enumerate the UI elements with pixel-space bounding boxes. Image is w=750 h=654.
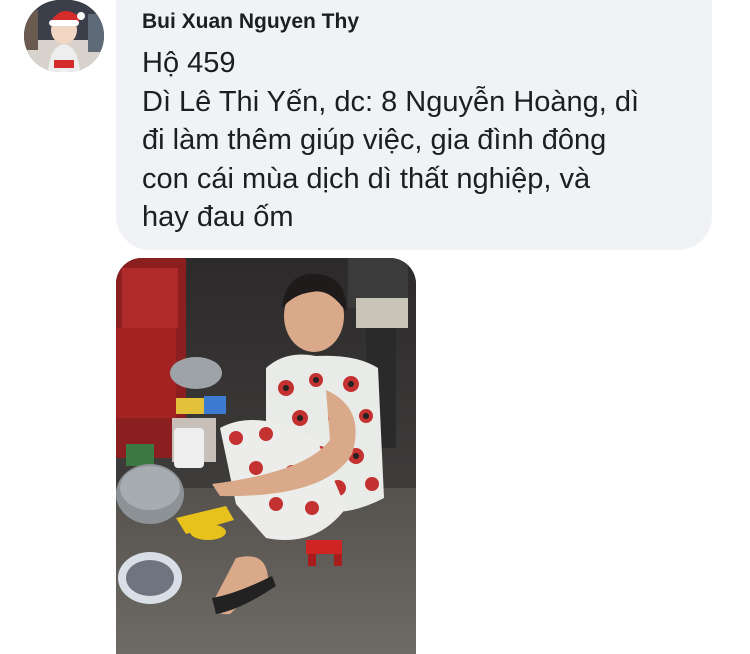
avatar-image [24,0,104,72]
comment-photo-attachment[interactable] [116,258,416,654]
comment-line: hay đau ốm [142,201,294,233]
comment-author-name[interactable]: Bui Xuan Nguyen Thy [142,10,359,34]
comment-line: đi làm thêm giúp việc, gia đình đông [142,124,607,156]
comment-line: Hộ 459 [142,47,236,79]
comment-line: con cái mùa dịch dì thất nghiệp, và [142,162,591,195]
comment-line: Dì Lê Thi Yến, dc: 8 Nguyễn Hoàng, dì [142,85,640,118]
attachment-photo-image [116,258,416,654]
comment-text: Hộ 459 Dì Lê Thi Yến, dc: 8 Nguyễn Hoàng… [142,44,702,237]
author-avatar[interactable] [24,0,104,72]
